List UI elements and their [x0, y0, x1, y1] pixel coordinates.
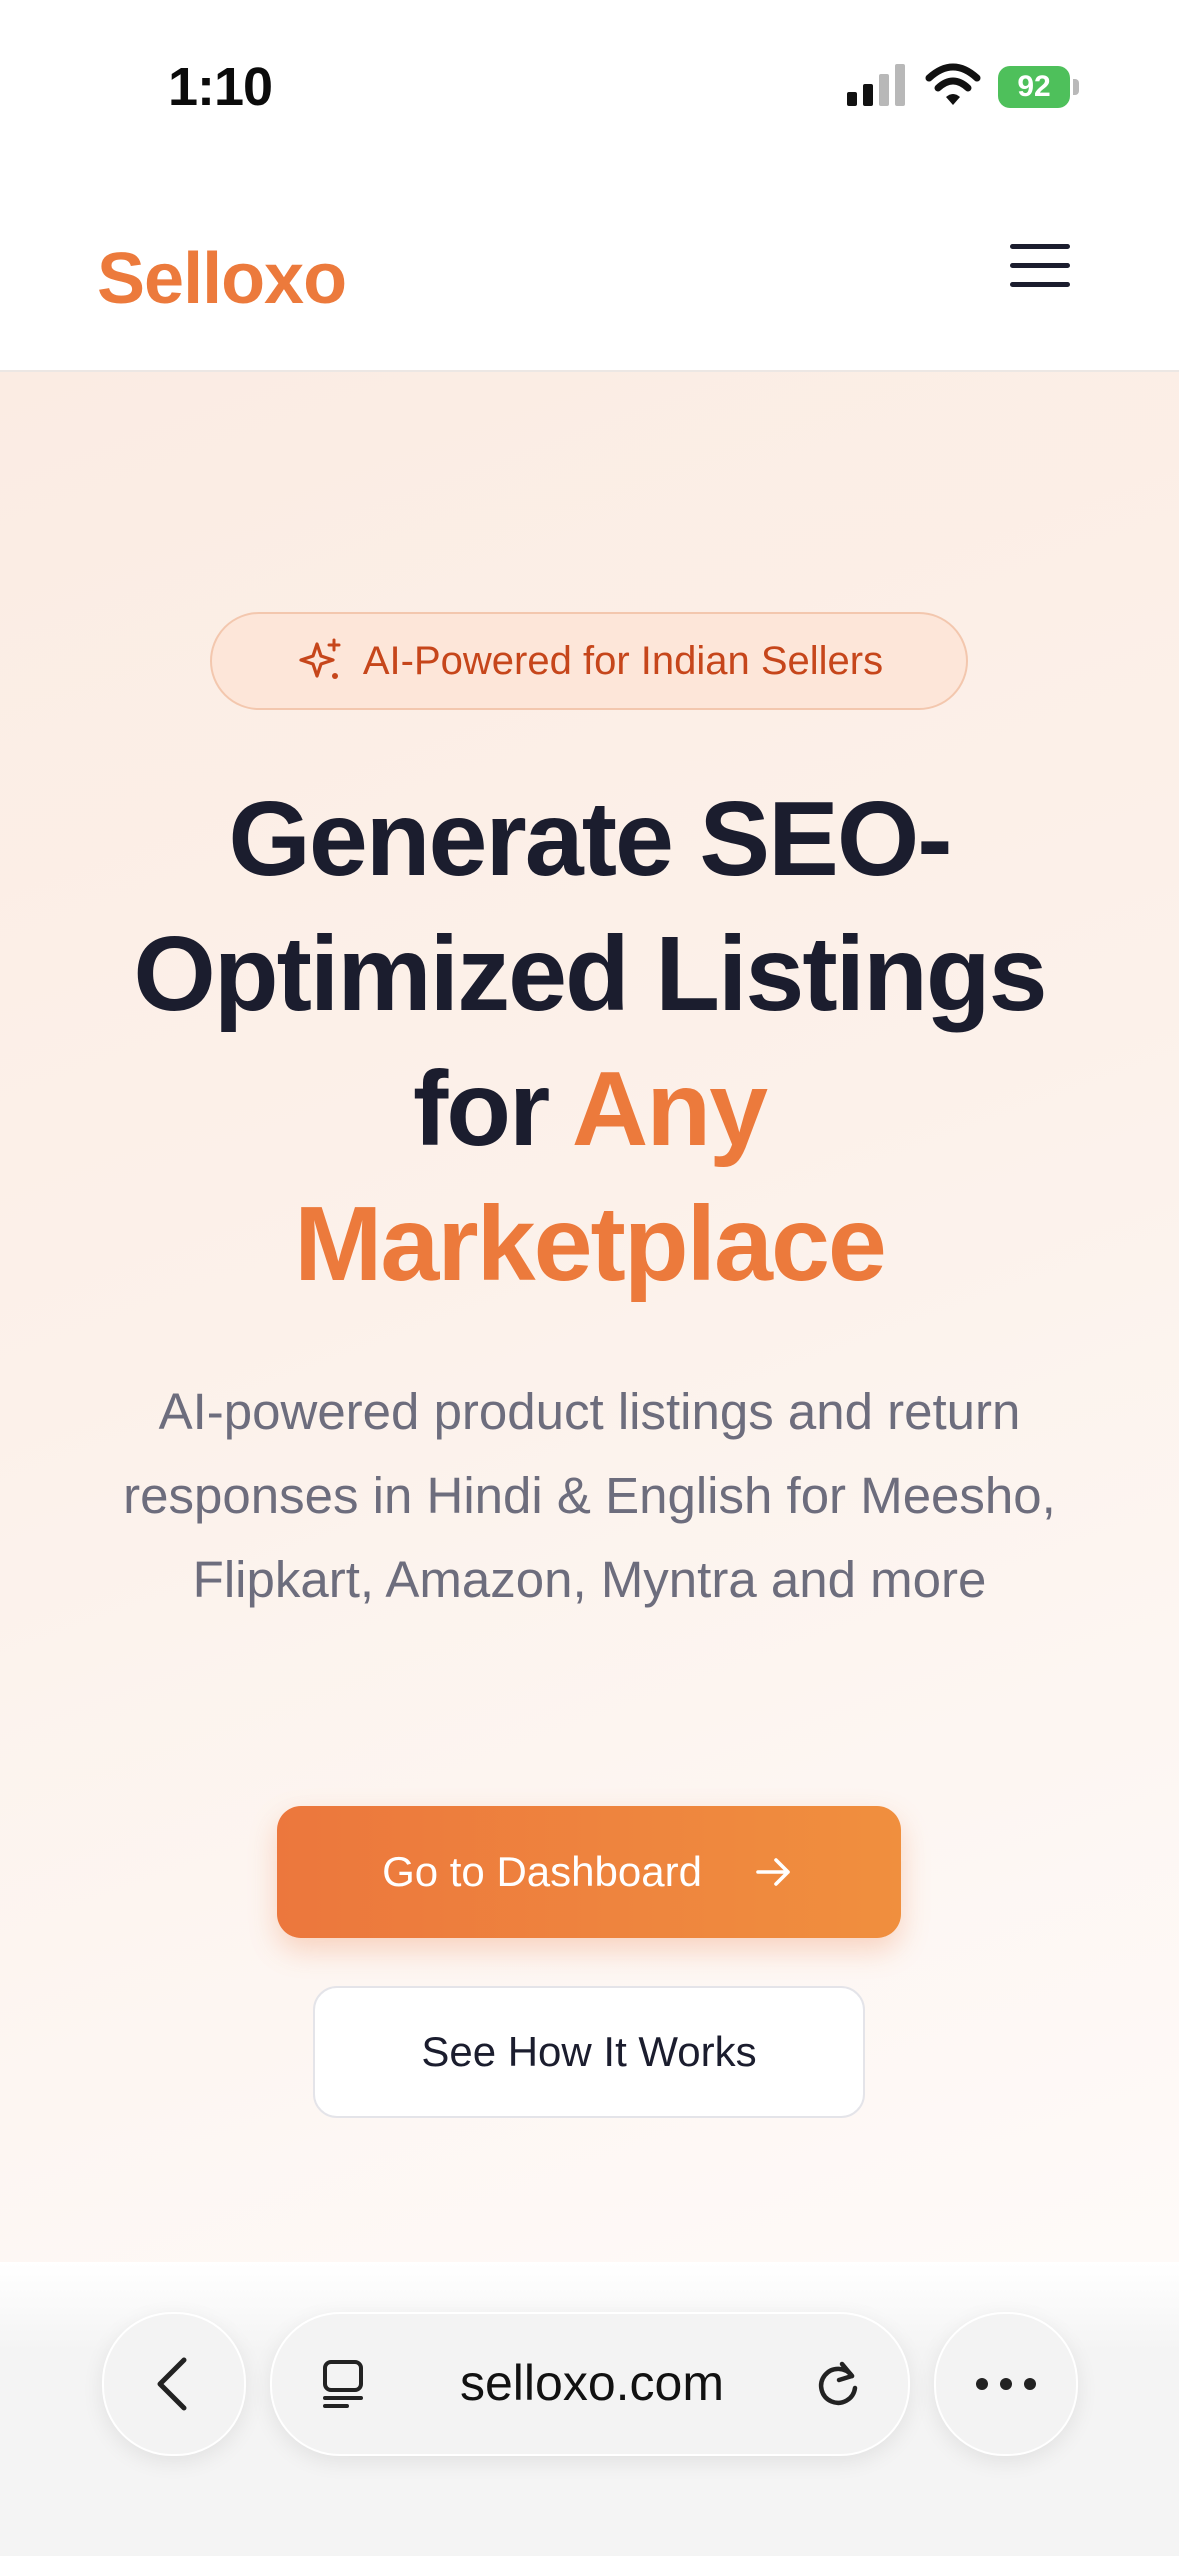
hero-title-accent-any: Any — [571, 1050, 768, 1168]
ai-badge: AI-Powered for Indian Sellers — [210, 612, 968, 710]
wifi-icon — [925, 63, 981, 105]
reload-icon[interactable] — [812, 2358, 864, 2410]
chevron-left-icon — [157, 2357, 187, 2411]
cellular-signal-icon — [847, 64, 905, 106]
logo[interactable]: Selloxo — [97, 238, 347, 320]
site-header: Selloxo — [0, 170, 1179, 372]
hero-title-accent-marketplace: Marketplace — [294, 1185, 887, 1303]
ellipsis-icon — [976, 2378, 1036, 2390]
address-bar[interactable]: selloxo.com — [270, 2312, 910, 2456]
status-time: 1:10 — [168, 57, 273, 117]
hero-section: AI-Powered for Indian Sellers Generate S… — [0, 372, 1179, 2262]
see-how-it-works-label: See How It Works — [421, 2028, 757, 2075]
url-text: selloxo.com — [460, 2355, 724, 2411]
sparkle-icon — [299, 638, 341, 679]
badge-label: AI-Powered for Indian Sellers — [362, 638, 884, 683]
hero-title-line-1: Generate SEO- — [228, 780, 952, 898]
status-bar: 1:10 92 — [0, 0, 1179, 170]
tabs-icon — [323, 2360, 363, 2408]
arrow-right-icon — [756, 1858, 790, 1886]
hero-title-line-3: for — [412, 1050, 572, 1168]
hamburger-menu-icon[interactable] — [1010, 244, 1070, 296]
battery-level: 92 — [1017, 70, 1051, 103]
browser-toolbar: selloxo.com — [0, 2262, 1179, 2556]
hero-title-line-2: Optimized Listings — [133, 915, 1047, 1033]
hero-subtitle: AI-powered product listings and return r… — [123, 1383, 1056, 1608]
battery-indicator: 92 — [998, 66, 1080, 108]
back-button[interactable] — [102, 2312, 246, 2456]
more-options-button[interactable] — [934, 2312, 1078, 2456]
see-how-it-works-button[interactable]: See How It Works — [313, 1986, 865, 2118]
go-to-dashboard-label: Go to Dashboard — [382, 1848, 702, 1895]
hero-title: Generate SEO- Optimized Listings for Any… — [60, 772, 1119, 1312]
go-to-dashboard-button[interactable]: Go to Dashboard — [277, 1806, 901, 1938]
